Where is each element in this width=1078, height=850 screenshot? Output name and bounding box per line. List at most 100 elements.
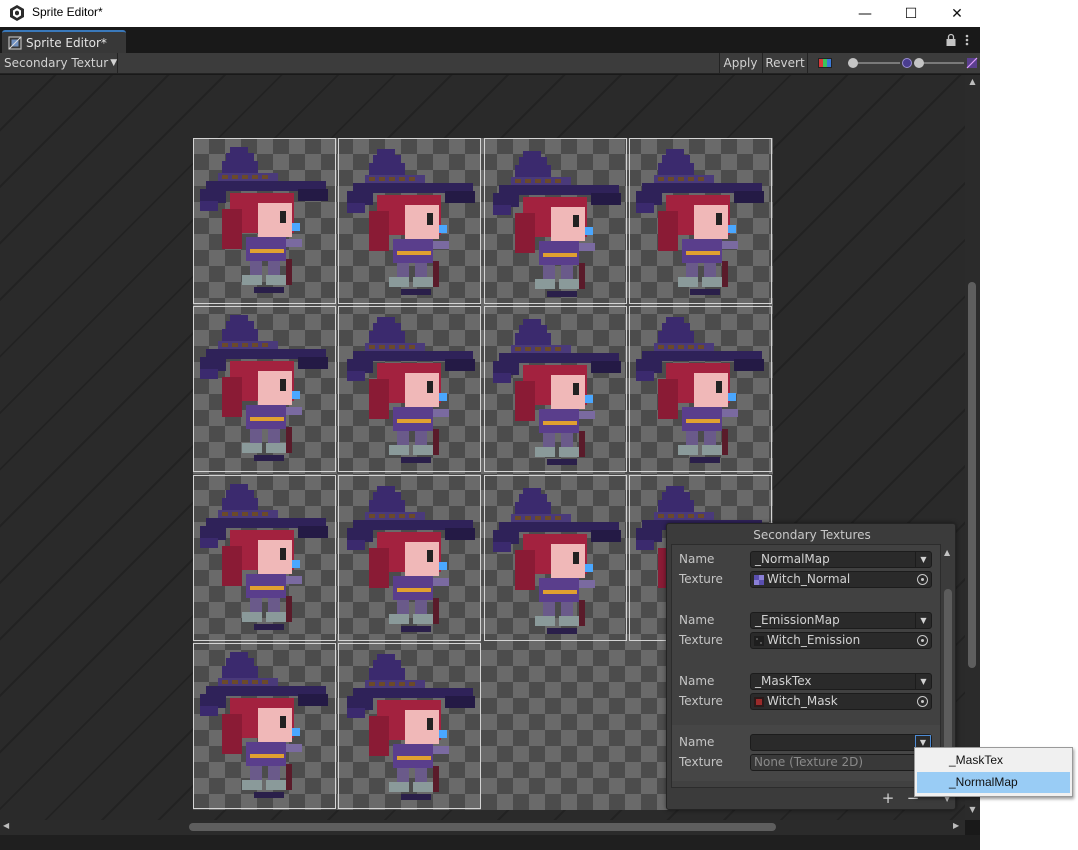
texture-label: Texture <box>679 633 723 647</box>
sprite-frame-9[interactable] <box>193 475 336 641</box>
texture-value: Witch_Mask <box>767 694 838 708</box>
witch-sprite <box>636 317 764 463</box>
scroll-up-arrow-icon[interactable]: ▲ <box>944 548 950 557</box>
scroll-right-arrow-icon[interactable]: ▶ <box>953 821 959 830</box>
dropdown-option-normalmap[interactable]: _NormalMap <box>917 772 1070 793</box>
chevron-down-icon[interactable]: ▼ <box>915 674 931 689</box>
name-field[interactable]: _MaskTex ▼ <box>750 673 932 690</box>
tab-sprite-editor[interactable]: Sprite Editor* <box>2 30 126 53</box>
texture-value: Witch_Emission <box>767 633 861 647</box>
dropdown-option-masktex[interactable]: _MaskTex <box>917 750 1070 771</box>
sprite-frame-11[interactable] <box>484 475 627 641</box>
name-value: _MaskTex <box>755 674 812 688</box>
window-title-bar: Sprite Editor* — ☐ ✕ <box>0 0 980 27</box>
chevron-down-icon: ▼ <box>110 58 118 68</box>
scroll-left-arrow-icon[interactable]: ◀ <box>3 821 9 830</box>
maximize-button[interactable]: ☐ <box>888 0 934 27</box>
secondary-textures-list: Name _NormalMap ▼ Texture Witch_Normal N… <box>671 544 941 788</box>
canvas-horizontal-scrollbar[interactable]: ◀ ▶ <box>0 820 965 835</box>
witch-sprite <box>200 147 328 293</box>
unity-logo-icon <box>10 5 24 21</box>
object-picker-icon[interactable] <box>917 696 928 707</box>
texture-value: Witch_Normal <box>767 572 851 586</box>
name-label: Name <box>679 735 715 749</box>
sprite-frame-2[interactable] <box>338 138 481 304</box>
witch-sprite <box>347 486 475 632</box>
name-value: _EmissionMap <box>755 613 840 627</box>
sprite-frame-7[interactable] <box>484 306 627 472</box>
texture-field[interactable]: None (Texture 2D) <box>750 754 932 771</box>
desktop-background <box>980 0 1078 850</box>
scroll-down-arrow-icon[interactable]: ▼ <box>965 805 980 817</box>
close-button[interactable]: ✕ <box>934 0 980 27</box>
texture-thumbnail-icon <box>754 697 764 707</box>
witch-sprite <box>200 652 328 798</box>
lock-icon[interactable] <box>945 33 957 47</box>
object-picker-icon[interactable] <box>917 574 928 585</box>
sprite-frame-10[interactable] <box>338 475 481 641</box>
editor-toolbar: Secondary Textur ▼ Apply Revert <box>0 53 980 74</box>
texture-value: None (Texture 2D) <box>754 755 864 769</box>
mode-dropdown[interactable]: Secondary Textur ▼ <box>0 53 118 73</box>
kebab-menu-icon[interactable] <box>962 33 972 47</box>
texture-label: Texture <box>679 572 723 586</box>
secondary-textures-panel: Secondary Textures Name _NormalMap ▼ Tex… <box>666 523 956 810</box>
color-channel-toggle[interactable] <box>812 53 838 73</box>
chevron-down-icon[interactable]: ▼ <box>915 552 931 567</box>
witch-sprite <box>347 149 475 295</box>
canvas-vertical-scrollbar[interactable]: ▲ ▼ <box>965 75 980 820</box>
name-dropdown-menu: _MaskTex _NormalMap <box>914 747 1073 797</box>
mode-dropdown-label: Secondary Textur <box>4 56 109 70</box>
texture-field[interactable]: Witch_Emission <box>750 632 932 649</box>
minimize-button[interactable]: — <box>842 0 888 27</box>
texture-entry-normal[interactable]: Name _NormalMap ▼ Texture Witch_Normal <box>672 547 940 597</box>
sprite-frame-1[interactable] <box>193 138 336 304</box>
texture-field[interactable]: Witch_Mask <box>750 693 932 710</box>
object-picker-icon[interactable] <box>917 635 928 646</box>
texture-entry-mask[interactable]: Name _MaskTex ▼ Texture Witch_Mask <box>672 669 940 719</box>
witch-sprite <box>347 317 475 463</box>
witch-sprite <box>493 488 621 634</box>
texture-field[interactable]: Witch_Normal <box>750 571 932 588</box>
name-label: Name <box>679 613 715 627</box>
horizontal-scroll-thumb[interactable] <box>189 823 776 831</box>
add-texture-button[interactable]: + <box>877 790 899 808</box>
sprite-frame-13[interactable] <box>193 643 336 809</box>
name-label: Name <box>679 552 715 566</box>
panel-title: Secondary Textures <box>753 528 871 542</box>
name-field[interactable]: ▼ <box>750 734 932 751</box>
sprite-frame-3[interactable] <box>484 138 627 304</box>
apply-button[interactable]: Apply <box>719 53 761 73</box>
chevron-down-icon[interactable]: ▼ <box>915 613 931 628</box>
rgb-channel-icon <box>818 58 832 68</box>
alpha-slider-handle[interactable] <box>848 58 858 68</box>
sprite-frame-14[interactable] <box>338 643 481 809</box>
tab-bar: Sprite Editor* <box>0 27 980 53</box>
texture-thumbnail-icon <box>754 636 764 646</box>
witch-sprite <box>200 484 328 630</box>
window-title: Sprite Editor* <box>32 5 103 19</box>
witch-sprite <box>347 654 475 800</box>
mip-slider-handle[interactable] <box>914 58 924 68</box>
witch-sprite <box>493 319 621 465</box>
name-field[interactable]: _EmissionMap ▼ <box>750 612 932 629</box>
name-label: Name <box>679 674 715 688</box>
scroll-up-arrow-icon[interactable]: ▲ <box>965 77 980 89</box>
sprite-frame-5[interactable] <box>193 306 336 472</box>
texture-entry-emission[interactable]: Name _EmissionMap ▼ Texture Witch_Emissi… <box>672 608 940 658</box>
texture-entry-new[interactable]: Name ▼ Texture None (Texture 2D) <box>672 725 940 781</box>
witch-sprite <box>493 151 621 297</box>
revert-button[interactable]: Revert <box>762 53 808 73</box>
tab-label: Sprite Editor* <box>26 35 107 50</box>
name-field[interactable]: _NormalMap ▼ <box>750 551 932 568</box>
sprite-frame-4[interactable] <box>629 138 772 304</box>
mip-level-icon <box>966 57 978 69</box>
sprite-frame-8[interactable] <box>629 306 772 472</box>
vertical-scroll-thumb[interactable] <box>968 282 976 668</box>
witch-sprite <box>200 315 328 461</box>
texture-thumbnail-icon <box>754 575 764 585</box>
alpha-icon <box>902 58 912 68</box>
sprite-frame-6[interactable] <box>338 306 481 472</box>
name-value: _NormalMap <box>755 552 830 566</box>
texture-label: Texture <box>679 755 723 769</box>
